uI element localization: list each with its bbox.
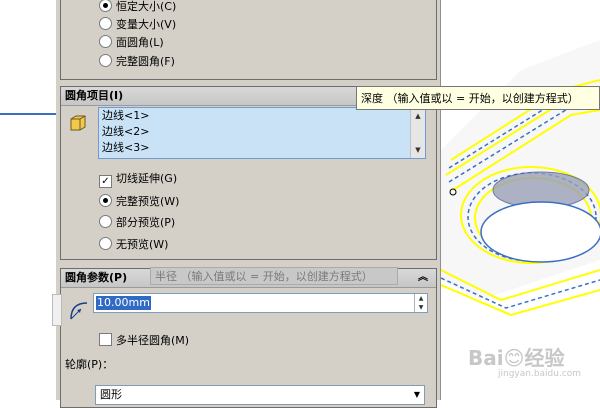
radius-icon: [70, 302, 88, 320]
edges-listbox[interactable]: 边线<1> 边线<2> 边线<3> ▲ ▼: [98, 107, 426, 159]
tangent-propagation-option[interactable]: ✓ 切线延伸(G): [99, 171, 177, 188]
option-no-preview[interactable]: 无预览(W): [99, 237, 168, 253]
radius-spinner[interactable]: ▲ ▼: [414, 294, 427, 312]
option-partial-preview[interactable]: 部分预览(P): [99, 215, 175, 231]
spin-down-icon[interactable]: ▼: [415, 303, 427, 312]
model-preview: [441, 40, 600, 317]
multi-radius-checkbox[interactable]: [99, 333, 112, 346]
radio-full-round[interactable]: [99, 54, 112, 67]
watermark: Bai😊经验 jingyan.baidu.com: [468, 346, 582, 379]
radio-no-preview[interactable]: [99, 237, 112, 250]
radius-input[interactable]: 10.00mm ▲ ▼: [93, 293, 428, 313]
option-variable-size[interactable]: 变量大小(V): [99, 17, 176, 33]
option-face-fillet[interactable]: 面圆角(L): [99, 35, 164, 51]
edge-selection-icon: [70, 115, 86, 131]
radio-partial-preview[interactable]: [99, 215, 112, 228]
option-full-preview[interactable]: 完整预览(W): [99, 194, 179, 210]
radio-constant-size[interactable]: [99, 0, 112, 12]
fillet-type-group: 恒定大小(C) 变量大小(V) 面圆角(L) 完整圆角(F): [60, 0, 437, 80]
collapse-icon[interactable]: ︽: [418, 269, 428, 287]
option-full-round[interactable]: 完整圆角(F): [99, 54, 175, 70]
list-item[interactable]: 边线<2>: [99, 124, 425, 140]
radio-variable-size[interactable]: [99, 17, 112, 30]
list-item[interactable]: 边线<3>: [99, 140, 425, 156]
fillet-params-group: 圆角参数(P) ︽ 10.00mm ▲ ▼ 多半径圆角(M) 轮廓(P)： 圆形…: [60, 268, 437, 408]
fillet-property-manager: 恒定大小(C) 变量大小(V) 面圆角(L) 完整圆角(F) 圆角项目(I) 边…: [52, 0, 441, 408]
radius-tooltip: 半径 （输入值或以 = 开始，以创建方程式）: [150, 267, 398, 285]
scroll-down-icon[interactable]: ▼: [411, 144, 425, 156]
flyout-handle[interactable]: [52, 294, 62, 326]
list-scrollbar[interactable]: ▲ ▼: [410, 108, 425, 158]
profile-dropdown[interactable]: 圆形 ▼: [95, 385, 425, 405]
depth-tooltip: 深度 （输入值或以 = 开始，以创建方程式）: [356, 86, 600, 110]
option-constant-size[interactable]: 恒定大小(C): [99, 0, 176, 15]
multi-radius-option[interactable]: 多半径圆角(M): [99, 333, 189, 349]
left-graphics-strip: [0, 0, 56, 400]
graphics-viewport[interactable]: [441, 0, 600, 400]
fillet-items-group: 圆角项目(I) 边线<1> 边线<2> 边线<3> ▲ ▼ ✓ 切线延伸(G) 完…: [60, 86, 437, 260]
radio-full-preview[interactable]: [99, 194, 112, 207]
profile-label: 轮廓(P)：: [65, 358, 114, 371]
scroll-up-icon[interactable]: ▲: [411, 110, 425, 122]
spin-up-icon[interactable]: ▲: [415, 294, 427, 303]
sketch-line: [0, 113, 56, 115]
radio-face-fillet[interactable]: [99, 35, 112, 48]
tangent-propagation-checkbox[interactable]: ✓: [99, 175, 112, 188]
